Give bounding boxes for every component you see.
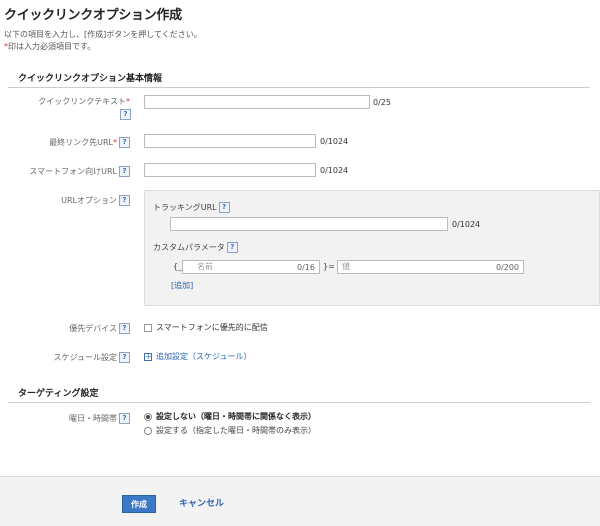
- required-note: *印は入力必須項目です。: [4, 41, 95, 52]
- tracking-url-counter: 0/1024: [452, 220, 481, 229]
- equals-sign: }=: [323, 262, 335, 271]
- add-param-link[interactable]: [追加]: [171, 280, 193, 291]
- custom-param-label: カスタムパラメータ?: [153, 242, 238, 253]
- help-icon[interactable]: ?: [119, 413, 130, 424]
- brace-open: {_: [173, 262, 183, 271]
- footer-bar: [0, 476, 600, 526]
- required-mark: *: [126, 97, 130, 106]
- param-name-input[interactable]: 名前 0/16: [182, 260, 320, 274]
- day-time-label-text: 曜日・時間帯: [69, 414, 117, 423]
- day-time-on-label: 設定する（指定した曜日・時間帯のみ表示）: [156, 426, 316, 435]
- create-button[interactable]: 作成: [122, 495, 156, 513]
- custom-param-label-text: カスタムパラメータ: [153, 243, 225, 252]
- quicklink-text-input[interactable]: [144, 95, 370, 109]
- required-mark: *: [113, 138, 117, 147]
- smartphone-priority-option[interactable]: スマートフォンに優先的に配信: [144, 322, 268, 333]
- targeting-section-heading: ターゲティング設定: [8, 386, 590, 403]
- day-time-on-radio[interactable]: [144, 426, 152, 435]
- final-url-label: 最終リンク先URL*?: [49, 137, 130, 148]
- day-time-on-option[interactable]: 設定する（指定した曜日・時間帯のみ表示）: [144, 425, 316, 436]
- add-schedule-link[interactable]: + 追加設定（スケジュール）: [144, 351, 251, 362]
- param-value-input[interactable]: 値 0/200: [337, 260, 524, 274]
- day-time-label: 曜日・時間帯?: [69, 413, 130, 424]
- required-note-text: 印は入力必須項目です。: [8, 42, 96, 51]
- add-schedule-text: 追加設定（スケジュール）: [156, 352, 252, 361]
- url-options-panel: トラッキングURL? 0/1024 カスタムパラメータ? {_ 名前 0/16 …: [144, 190, 600, 306]
- quicklink-text-label-text: クイックリンクテキスト: [38, 97, 126, 106]
- help-icon[interactable]: ?: [119, 195, 130, 206]
- url-options-label-text: URLオプション: [61, 196, 117, 205]
- plus-icon: +: [144, 351, 152, 361]
- page-title: クイックリンクオプション作成: [4, 8, 182, 23]
- help-icon[interactable]: ?: [120, 109, 131, 120]
- smartphone-url-counter: 0/1024: [320, 166, 349, 175]
- help-icon[interactable]: ?: [119, 323, 130, 334]
- help-icon[interactable]: ?: [226, 242, 238, 253]
- quicklink-text-label: クイックリンクテキスト*: [38, 96, 130, 107]
- final-url-input[interactable]: [144, 134, 316, 148]
- url-options-label: URLオプション?: [61, 195, 130, 206]
- help-icon[interactable]: ?: [119, 137, 130, 148]
- schedule-label: スケジュール設定?: [54, 352, 130, 363]
- param-value-counter: 0/200: [495, 263, 519, 272]
- day-time-off-option[interactable]: 設定しない（曜日・時間帯に関係なく表示）: [144, 411, 316, 422]
- schedule-label-text: スケジュール設定: [53, 353, 117, 362]
- preferred-device-label: 優先デバイス?: [69, 323, 130, 334]
- intro-text: 以下の項目を入力し、[作成]ボタンを押してください。: [4, 30, 202, 39]
- cancel-button[interactable]: キャンセル: [179, 496, 224, 512]
- day-time-off-label: 設定しない（曜日・時間帯に関係なく表示）: [156, 412, 316, 421]
- smartphone-url-input[interactable]: [144, 163, 316, 177]
- smartphone-priority-label: スマートフォンに優先的に配信: [156, 323, 268, 332]
- preferred-device-label-text: 優先デバイス: [69, 324, 117, 333]
- day-time-off-radio[interactable]: [144, 412, 152, 421]
- smartphone-url-label-text: スマートフォン向けURL: [29, 167, 117, 176]
- tracking-url-label-text: トラッキングURL: [153, 203, 217, 212]
- tracking-url-label: トラッキングURL?: [153, 202, 230, 213]
- final-url-label-text: 最終リンク先URL: [49, 138, 113, 147]
- help-icon[interactable]: ?: [119, 166, 130, 177]
- help-icon[interactable]: ?: [119, 352, 130, 363]
- tracking-url-input[interactable]: [170, 217, 448, 231]
- quicklink-text-counter: 0/25: [373, 98, 391, 107]
- param-name-placeholder: 名前: [197, 262, 213, 271]
- final-url-counter: 0/1024: [320, 137, 349, 146]
- param-value-placeholder: 値: [342, 262, 350, 271]
- basic-section-heading: クイックリンクオプション基本情報: [8, 71, 590, 88]
- smartphone-priority-checkbox[interactable]: [144, 323, 152, 332]
- param-name-counter: 0/16: [297, 263, 315, 272]
- smartphone-url-label: スマートフォン向けURL?: [29, 166, 130, 177]
- help-icon[interactable]: ?: [218, 202, 230, 213]
